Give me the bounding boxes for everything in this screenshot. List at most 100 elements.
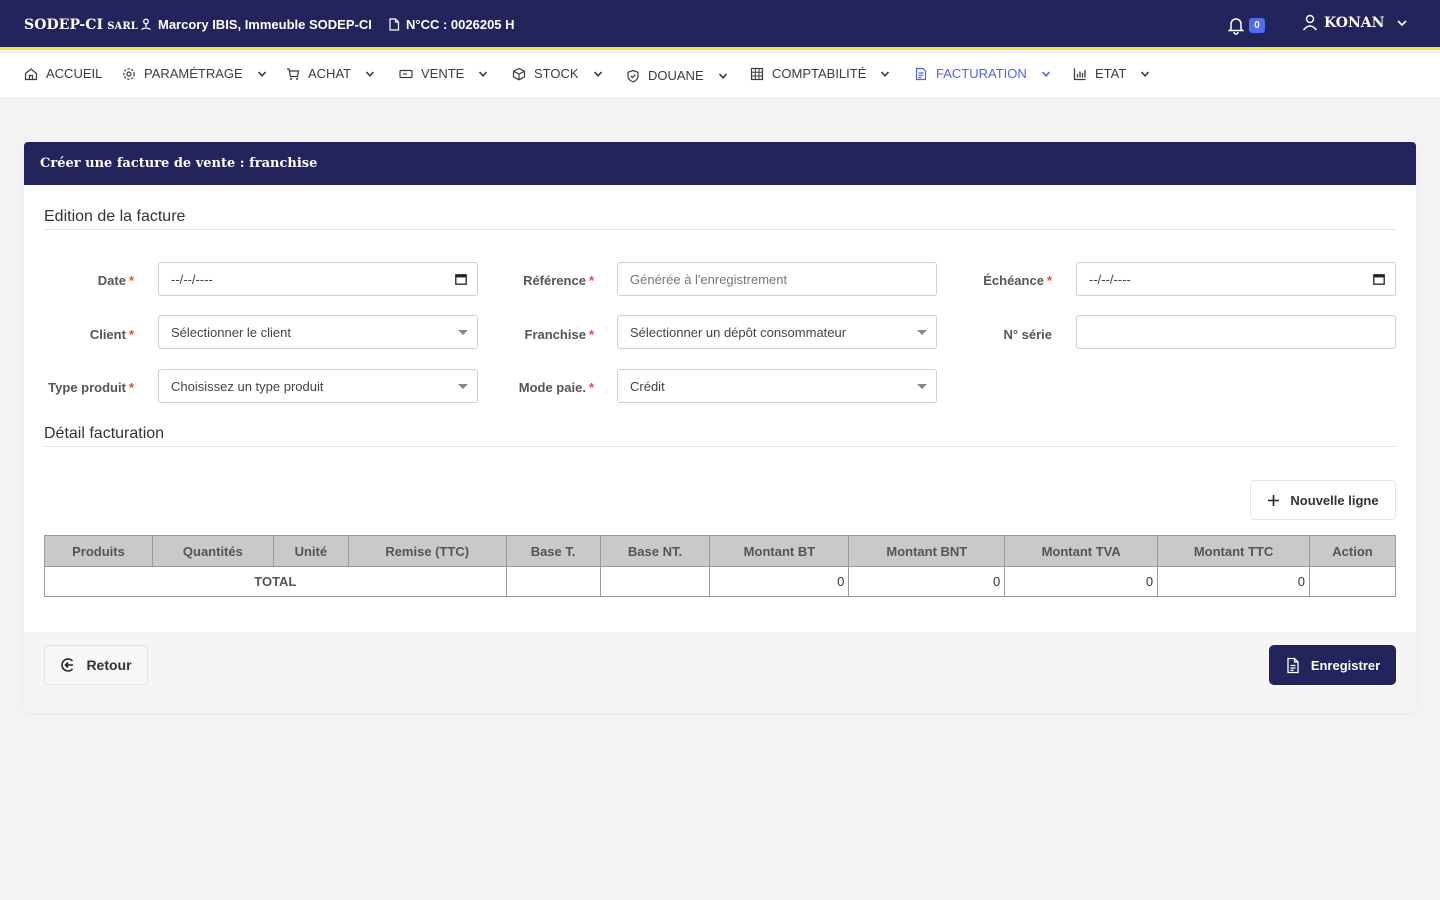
bar-chart-icon <box>1073 68 1086 80</box>
nav-parametrage[interactable]: PARAMÉTRAGE <box>122 66 267 81</box>
nav-vente[interactable]: VENTE <box>399 66 488 81</box>
col-quantites: Quantités <box>151 535 274 567</box>
date-label: Date * <box>97 273 134 288</box>
ticket-icon <box>399 69 413 78</box>
divider <box>44 229 1396 230</box>
chevron-down-icon <box>1397 19 1408 26</box>
col-montant-ttc: Montant TTC <box>1157 535 1310 567</box>
invoice-icon <box>915 67 927 80</box>
col-montant-bnt: Montant BNT <box>848 535 1006 567</box>
caret-down-icon <box>917 330 927 335</box>
nav-label: STOCK <box>534 66 579 81</box>
cart-icon <box>287 67 300 80</box>
chevron-down-icon <box>1141 70 1150 77</box>
date-field[interactable]: --/--/---- <box>158 262 478 296</box>
nav-accueil[interactable]: ACCUEIL <box>24 66 102 81</box>
chevron-down-icon <box>257 70 266 77</box>
chevron-down-icon <box>593 70 602 77</box>
total-montant-ttc: 0 <box>1157 566 1310 597</box>
nav-label: ACHAT <box>308 66 352 81</box>
chevron-down-icon <box>718 72 727 79</box>
table-header-row: Produits Quantités Unité Remise (TTC) Ba… <box>44 535 1397 567</box>
chevron-down-icon <box>366 70 375 77</box>
echeance-label: Échéance * <box>983 273 1052 288</box>
save-label: Enregistrer <box>1310 657 1381 673</box>
calendar-icon[interactable] <box>1373 273 1385 285</box>
type-produit-select[interactable]: Choisissez un type produit <box>158 369 478 403</box>
franchise-value: Sélectionner un dépôt consommateur <box>630 324 847 340</box>
company-address: Marcory IBIS, Immeuble SODEP-CI <box>140 17 372 32</box>
section-title-edition: Edition de la facture <box>44 208 186 225</box>
section-title-detail: Détail facturation <box>44 425 165 442</box>
nav-label: ETAT <box>1095 66 1127 81</box>
back-button[interactable]: Retour <box>44 645 148 685</box>
invoice-card: Créer une facture de vente : franchise E… <box>24 142 1416 713</box>
col-montant-bt: Montant BT <box>709 535 850 567</box>
franchise-select[interactable]: Sélectionner un dépôt consommateur <box>617 315 937 349</box>
company-ncc: N°CC : 0026205 H <box>388 17 515 32</box>
franchise-label: Franchise * <box>524 327 594 342</box>
serie-label: N° série <box>1003 327 1052 342</box>
date-value: --/--/---- <box>171 271 213 287</box>
nav-label: VENTE <box>421 66 465 81</box>
home-icon <box>24 67 38 80</box>
col-base-t: Base T. <box>505 535 601 567</box>
new-line-label: Nouvelle ligne <box>1290 492 1379 508</box>
user-menu[interactable]: KONAN <box>1302 14 1408 31</box>
shield-icon <box>627 69 639 82</box>
location-icon <box>141 18 151 31</box>
save-button[interactable]: Enregistrer <box>1269 645 1396 685</box>
user-name: KONAN <box>1324 14 1385 31</box>
nav-achat[interactable]: ACHAT <box>286 66 375 81</box>
serie-input[interactable] <box>1076 315 1396 349</box>
bell-icon[interactable] <box>1226 15 1246 35</box>
calendar-icon[interactable] <box>455 273 467 285</box>
caret-down-icon <box>458 384 468 389</box>
mode-paie-label: Mode paie. * <box>518 380 594 395</box>
total-montant-bt: 0 <box>709 566 850 597</box>
brand-suffix: SARL <box>107 21 138 32</box>
chevron-down-icon <box>1041 70 1050 77</box>
client-select[interactable]: Sélectionner le client <box>158 315 478 349</box>
nav-label: DOUANE <box>648 68 704 83</box>
echeance-value: --/--/---- <box>1089 271 1131 287</box>
nav-douane[interactable]: DOUANE <box>626 68 728 83</box>
total-montant-tva: 0 <box>1004 566 1159 597</box>
col-unite: Unité <box>272 535 349 567</box>
card-title: Créer une facture de vente : franchise <box>24 142 1416 185</box>
grid-icon <box>750 67 764 80</box>
nav-stock[interactable]: STOCK <box>512 66 603 81</box>
echeance-field[interactable]: --/--/---- <box>1076 262 1396 296</box>
top-bar: SODEP-CI SARL Marcory IBIS, Immeuble SODE… <box>0 0 1440 50</box>
card-footer: Retour Enregistrer <box>24 632 1416 713</box>
address-text: Marcory IBIS, Immeuble SODEP-CI <box>158 17 372 32</box>
caret-down-icon <box>458 330 468 335</box>
reference-field[interactable]: Générée à l'enregistrement <box>617 262 937 296</box>
nav-comptabilite[interactable]: COMPTABILITÉ <box>750 66 890 81</box>
new-line-button[interactable]: Nouvelle ligne <box>1250 480 1396 520</box>
reference-label: Référence * <box>523 273 594 288</box>
gear-icon <box>123 67 135 80</box>
ncc-text: N°CC : 0026205 H <box>406 17 515 32</box>
nav-label: FACTURATION <box>936 66 1027 81</box>
nav-facturation[interactable]: FACTURATION <box>914 66 1051 81</box>
main-nav: ACCUEIL PARAMÉTRAGE ACHAT VENTE STOCK DO… <box>0 53 1440 97</box>
invoice-lines-table: Produits Quantités Unité Remise (TTC) Ba… <box>44 535 1397 597</box>
save-document-icon <box>1287 657 1299 673</box>
total-action <box>1308 566 1397 597</box>
brand-name: SODEP-CI <box>24 17 104 33</box>
total-base-t <box>505 566 601 597</box>
type-produit-value: Choisissez un type produit <box>171 378 324 394</box>
col-action: Action <box>1308 535 1397 567</box>
nav-label: ACCUEIL <box>46 66 103 81</box>
col-montant-tva: Montant TVA <box>1004 535 1159 567</box>
mode-paie-select[interactable]: Crédit <box>617 369 937 403</box>
nav-etat[interactable]: ETAT <box>1073 66 1150 81</box>
caret-down-icon <box>917 384 927 389</box>
document-icon <box>389 18 400 31</box>
nav-label: PARAMÉTRAGE <box>144 66 243 81</box>
client-label: Client * <box>89 327 134 342</box>
notification-badge: 0 <box>1249 18 1265 33</box>
divider <box>44 446 1396 447</box>
brand-logo[interactable]: SODEP-CI SARL <box>24 17 138 33</box>
